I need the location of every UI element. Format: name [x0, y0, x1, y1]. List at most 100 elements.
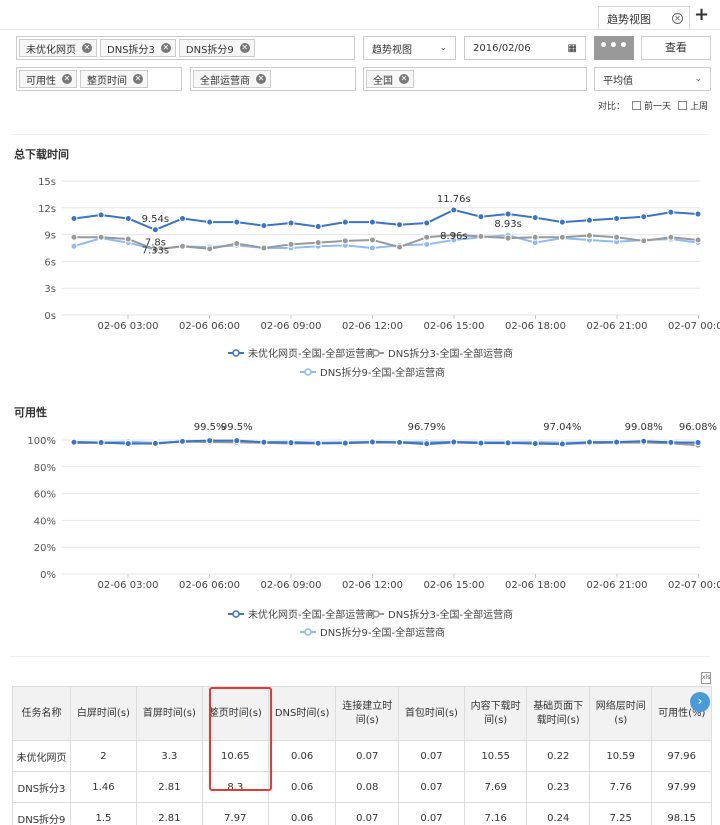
x-tick-label: 02-07 00:00 — [668, 321, 720, 332]
y-tick-label: 60% — [34, 490, 56, 501]
data-point — [667, 233, 675, 241]
date-input[interactable]: 2016/02/06 ▦ — [464, 36, 586, 60]
y-tick-label: 9s — [44, 231, 56, 242]
data-label: 99.08% — [625, 422, 663, 433]
table-cell: 2.81 — [135, 802, 203, 825]
export-icon[interactable]: xls — [701, 672, 711, 684]
data-point — [504, 210, 512, 218]
remove-chip-icon[interactable]: ✕ — [160, 43, 171, 53]
data-point — [423, 440, 431, 448]
data-point — [70, 438, 78, 446]
column-header: 内容下载时 间(s) — [463, 686, 528, 741]
query-button[interactable]: 查看 — [641, 36, 711, 60]
data-point — [531, 440, 539, 448]
remove-chip-icon[interactable]: ✕ — [239, 43, 250, 53]
data-point — [124, 215, 132, 223]
divider — [10, 134, 710, 135]
data-label: 96.79% — [408, 422, 446, 433]
table-cell: 97.99 — [651, 771, 712, 803]
tab-trend-view[interactable]: 趋势视图 ✕ — [598, 6, 690, 30]
close-icon[interactable]: ✕ — [672, 13, 683, 24]
data-point — [640, 237, 648, 245]
table-row: DNS拆分3 1.46 2.81 8.3 0.06 0.08 0.07 7.69 0.23 7.7… — [12, 771, 712, 803]
data-point — [314, 239, 322, 247]
column-header: 基础页面下 载时间(s) — [526, 686, 590, 741]
data-point — [314, 439, 322, 447]
remove-chip-icon[interactable]: ✕ — [82, 43, 92, 53]
data-point — [179, 437, 187, 445]
chevron-right-icon[interactable]: › — [690, 692, 710, 712]
compare-last-week-checkbox[interactable] — [678, 101, 688, 110]
legend-label: DNS拆分9-全国-全部运营商 — [320, 366, 445, 379]
data-point — [694, 236, 702, 244]
data-label: 96.08% — [679, 422, 717, 433]
table-cell: 0.08 — [335, 771, 399, 803]
legend-marker — [372, 349, 380, 357]
aggregate-select[interactable]: 平均值 ⌄ — [594, 67, 711, 91]
table-row: 未优化网页 2 3.3 10.65 0.06 0.07 0.07 10.55 0.22 10.59… — [12, 740, 712, 772]
legend-label: DNS拆分3-全国-全部运营商 — [388, 347, 513, 360]
compare-options: 对比： 前一天 上周 — [598, 101, 709, 112]
task-chip: DNS拆分3 ✕ — [100, 39, 176, 57]
summary-table: 任务名称 白屏时间(s) 首屏时间(s) 整页时间(s) DNS时间(s) 连接建立时 间(… — [12, 686, 712, 825]
data-point — [558, 440, 566, 448]
data-point — [233, 218, 241, 226]
data-point — [613, 233, 621, 241]
table-cell: 0.06 — [267, 740, 337, 772]
data-label: 8.93s — [494, 219, 521, 230]
legend-label: DNS拆分3-全国-全部运营商 — [388, 608, 513, 621]
data-point — [558, 218, 566, 226]
legend-marker — [304, 628, 312, 636]
task-chip: DNS拆分9 ✕ — [178, 39, 255, 57]
data-point — [640, 213, 648, 221]
data-point — [368, 244, 376, 252]
compare-prev-day-checkbox[interactable] — [632, 101, 642, 110]
chevron-down-icon: ⌄ — [439, 43, 447, 53]
data-point — [450, 438, 458, 446]
task-select[interactable]: 未优化网页 ✕ DNS拆分3 ✕ DNS拆分9 ✕ — [16, 36, 355, 60]
data-label: 11.76s — [437, 194, 471, 205]
table-cell: 7.69 — [463, 771, 528, 803]
table-cell: 0.07 — [335, 740, 399, 772]
data-point — [477, 439, 485, 447]
operator-select[interactable]: 全部运营商 ✕ — [190, 67, 356, 91]
data-point — [368, 236, 376, 244]
table-header-row: 任务名称 白屏时间(s) 首屏时间(s) 整页时间(s) DNS时间(s) 连接建立时 间(… — [12, 686, 712, 741]
calendar-icon[interactable]: ▦ — [568, 43, 577, 54]
column-header: 任务名称 — [12, 686, 71, 741]
remove-chip-icon[interactable]: ✕ — [133, 74, 143, 84]
data-point — [287, 240, 295, 248]
data-point — [70, 233, 78, 241]
table-row: DNS拆分9 1.5 2.81 7.97 0.06 0.07 0.07 7.16 0.24 7.2… — [12, 802, 712, 825]
legend-marker — [232, 610, 240, 618]
column-header: 首屏时间(s) — [135, 686, 203, 741]
y-tick-label: 12s — [38, 204, 56, 215]
data-point — [477, 213, 485, 221]
table-cell: 7.76 — [588, 771, 653, 803]
column-header: 连接建立时 间(s) — [335, 686, 399, 741]
y-tick-label: 6s — [44, 257, 56, 268]
metric-select[interactable]: 可用性 ✕ 整页时间 ✕ — [16, 67, 182, 91]
region-select[interactable]: 全国 ✕ — [363, 67, 587, 91]
remove-chip-icon[interactable]: ✕ — [62, 74, 72, 84]
table-cell: 0.06 — [267, 802, 337, 825]
remove-chip-icon[interactable]: ✕ — [256, 74, 266, 84]
more-button[interactable]: ••• — [594, 36, 634, 60]
data-point — [287, 439, 295, 447]
data-point — [233, 437, 241, 445]
add-tab-icon[interactable]: + — [694, 4, 709, 25]
data-point — [585, 438, 593, 446]
data-point — [233, 240, 241, 248]
data-point — [423, 240, 431, 248]
table-cell: 2.81 — [135, 771, 203, 803]
data-point — [585, 231, 593, 239]
data-point — [423, 219, 431, 227]
view-select[interactable]: 趋势视图 ⌄ — [363, 36, 456, 60]
data-point — [585, 216, 593, 224]
chart-title: 总下载时间 — [14, 148, 69, 161]
y-tick-label: 3s — [44, 284, 56, 295]
data-point — [504, 439, 512, 447]
table-cell: 97.96 — [651, 740, 712, 772]
remove-chip-icon[interactable]: ✕ — [399, 74, 409, 84]
data-point — [70, 215, 78, 223]
